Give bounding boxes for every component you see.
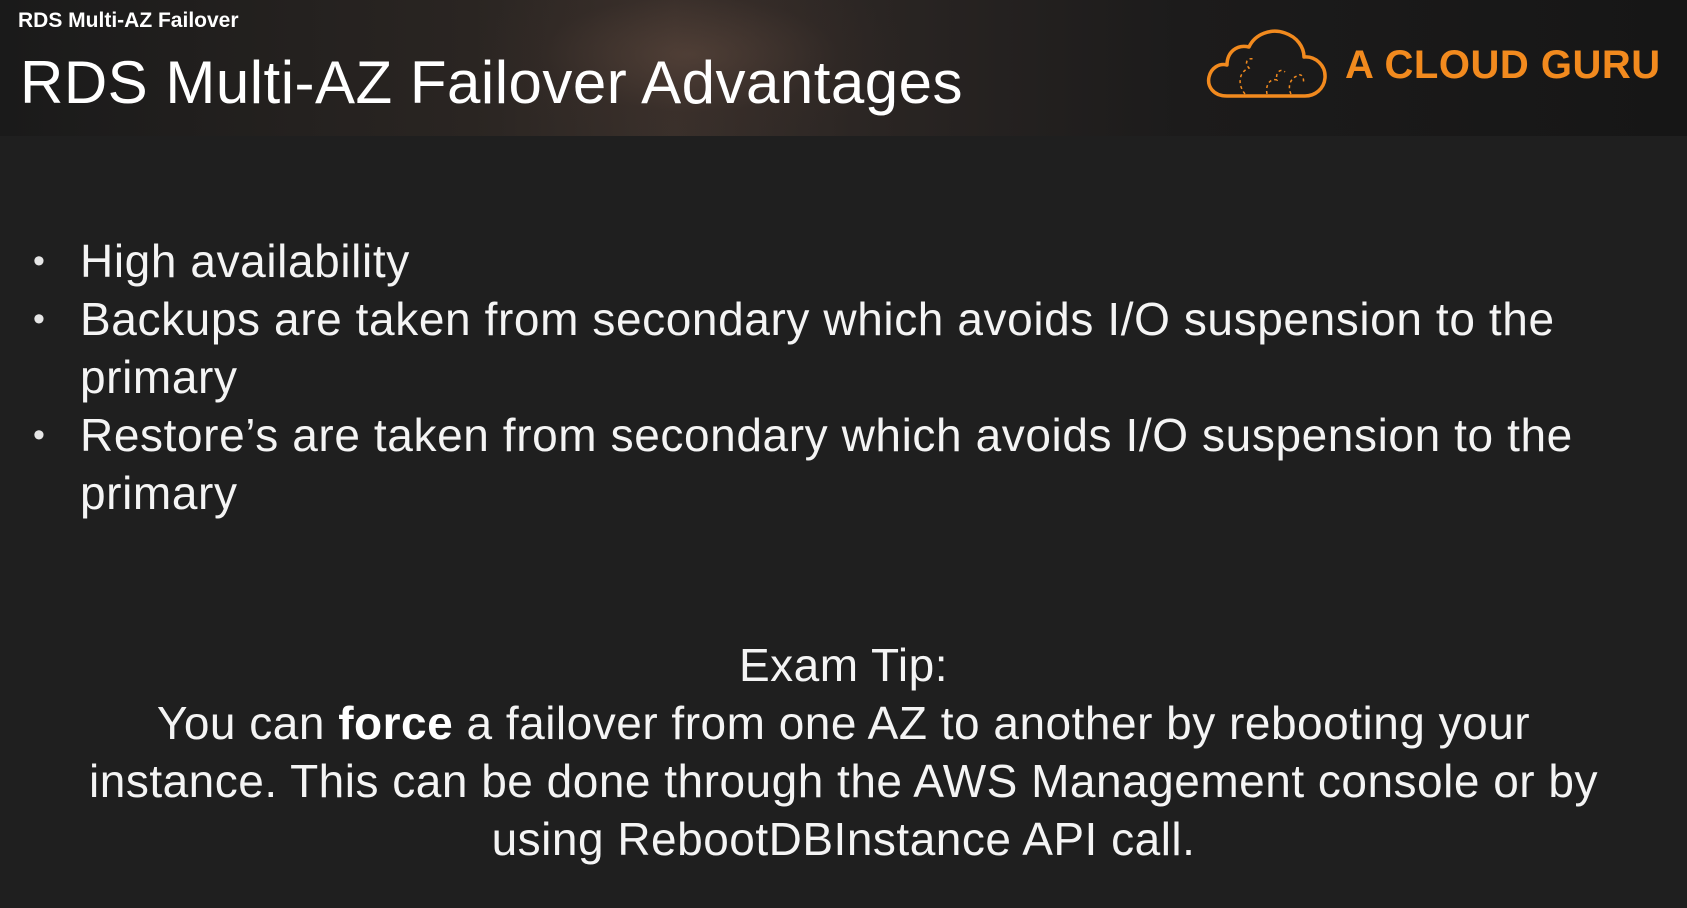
bullet-item: • Restore’s are taken from secondary whi… <box>30 406 1670 522</box>
bullet-text-continuation: primary <box>80 467 238 519</box>
bullet-text-continuation: primary <box>80 351 238 403</box>
exam-tip-line-1: You can force a failover from one AZ to … <box>40 694 1647 752</box>
bullet-text: High availability <box>80 235 410 287</box>
exam-tip-heading: Exam Tip: <box>738 639 948 691</box>
exam-tip-line-1-end: a failover from one AZ to another by reb… <box>453 697 1531 749</box>
bullet-text: Backups are taken from secondary which a… <box>80 293 1555 345</box>
bullet-dot: • <box>33 242 46 280</box>
exam-tip-emphasis: force <box>338 697 454 749</box>
exam-tip: Exam Tip: You can force a failover from … <box>40 636 1647 868</box>
bullet-item: • High availability <box>30 232 1670 290</box>
bullet-dot: • <box>33 300 46 338</box>
bullet-list: • High availability • Backups are taken … <box>30 232 1670 522</box>
logo-text: A CLOUD GURU <box>1345 43 1661 87</box>
slide: RDS Multi-AZ Failover RDS Multi-AZ Failo… <box>0 0 1687 908</box>
slide-title: RDS Multi-AZ Failover Advantages <box>20 49 964 116</box>
video-title: RDS Multi-AZ Failover <box>18 9 239 32</box>
header-bar: RDS Multi-AZ Failover RDS Multi-AZ Failo… <box>0 0 1687 136</box>
bullet-text: Restore’s are taken from secondary which… <box>80 409 1573 461</box>
exam-tip-line-1-start: You can <box>156 697 339 749</box>
exam-tip-line-3: using RebootDBInstance API call. <box>491 813 1196 865</box>
bullet-item: • Backups are taken from secondary which… <box>30 290 1670 406</box>
a-cloud-guru-logo: A CLOUD GURU <box>1205 26 1665 106</box>
exam-tip-line-2: instance. This can be done through the A… <box>89 755 1598 807</box>
bullet-dot: • <box>33 416 46 454</box>
cloud-icon <box>1206 29 1327 98</box>
